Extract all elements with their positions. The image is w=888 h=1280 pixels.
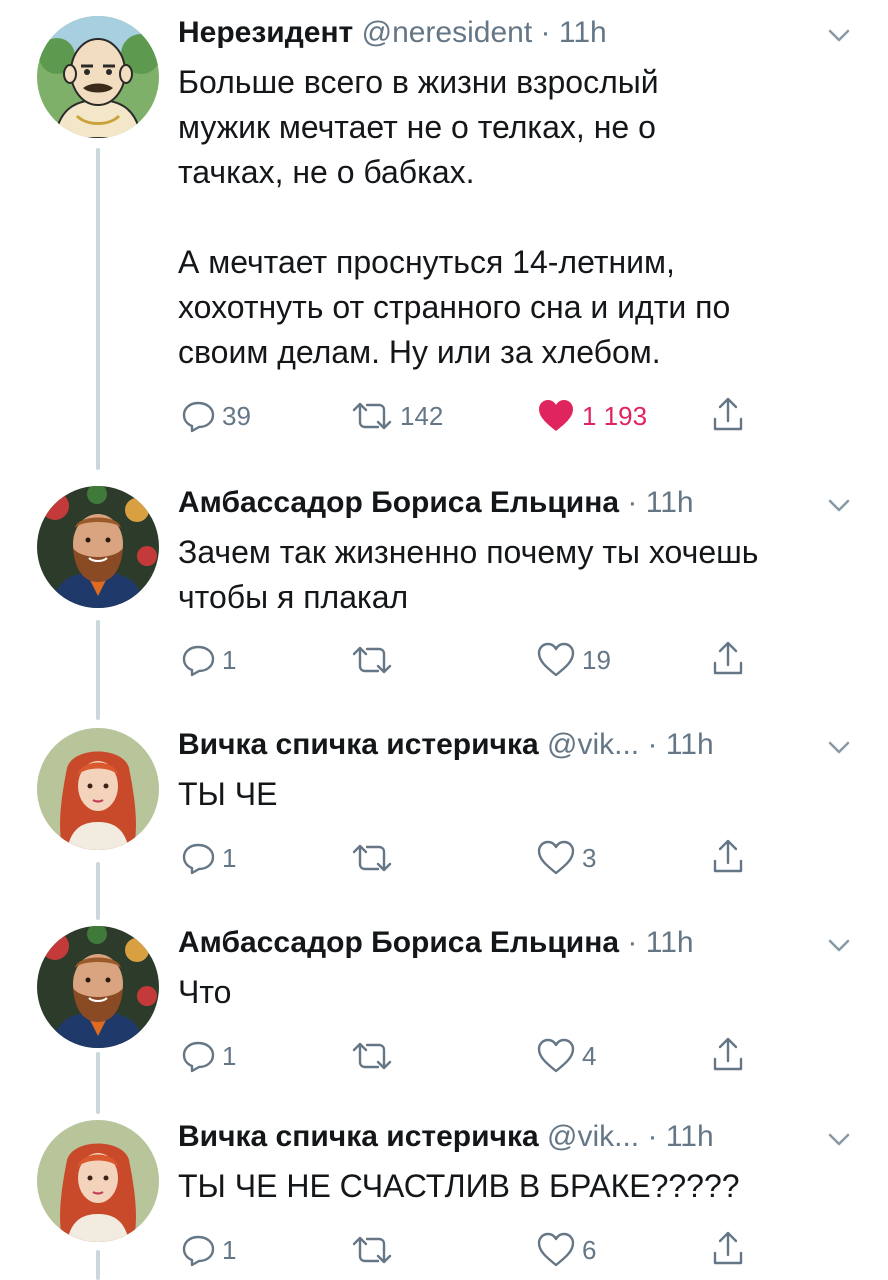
- chevron-down-icon[interactable]: [826, 22, 852, 48]
- heart-icon: [537, 1232, 575, 1267]
- reply-count: 1: [222, 1234, 237, 1265]
- like-button[interactable]: 4: [536, 1036, 596, 1076]
- author-name[interactable]: Вичка спичка истеричка: [178, 1120, 539, 1153]
- heart-icon: [539, 400, 573, 431]
- avatar[interactable]: [37, 728, 159, 850]
- reply-icon: [182, 843, 215, 875]
- avatar-redhead-drawing: [37, 1120, 159, 1242]
- avatar-redhead-drawing: [37, 728, 159, 850]
- chevron-down-icon[interactable]: [826, 734, 852, 760]
- retweet-icon: [352, 402, 392, 430]
- reply-icon: [182, 1041, 215, 1073]
- share-icon: [713, 641, 743, 675]
- separator: ·: [627, 486, 638, 519]
- like-count: 19: [582, 644, 611, 675]
- share-button[interactable]: [710, 836, 746, 876]
- tweet-header: Вичка спичка истеричка @vik... · 11h: [178, 1117, 848, 1157]
- timestamp[interactable]: 11h: [666, 728, 714, 761]
- heart-icon: [537, 840, 575, 875]
- share-button[interactable]: [710, 394, 746, 434]
- separator: ·: [647, 1120, 658, 1153]
- separator: ·: [627, 926, 638, 959]
- tweet-header: Амбассадор Бориса Ельцина · 11h: [178, 923, 848, 963]
- separator: ·: [540, 16, 551, 49]
- retweet-icon: [352, 1236, 392, 1264]
- avatar[interactable]: [37, 1120, 159, 1242]
- retweet-count: 142: [400, 400, 444, 431]
- tweet[interactable]: Амбассадор Бориса Ельцина · 11h Зачем та…: [0, 470, 888, 720]
- retweet-button[interactable]: [350, 640, 400, 680]
- reply-icon: [182, 401, 215, 433]
- share-button[interactable]: [710, 1228, 746, 1268]
- like-button[interactable]: 6: [536, 1230, 596, 1270]
- author-name[interactable]: Вичка спичка истеричка: [178, 728, 539, 761]
- timestamp[interactable]: 11h: [646, 926, 694, 959]
- tweet-header: Амбассадор Бориса Ельцина · 11h: [178, 483, 848, 523]
- timestamp[interactable]: 11h: [646, 486, 694, 519]
- reply-count: 1: [222, 1040, 237, 1071]
- tweet[interactable]: Вичка спичка истеричка @vik... · 11h ТЫ …: [0, 1104, 888, 1280]
- share-button[interactable]: [710, 1034, 746, 1074]
- author-handle[interactable]: @vik...: [547, 1120, 639, 1153]
- author-handle[interactable]: @vik...: [547, 728, 639, 761]
- reply-button[interactable]: 1: [180, 1230, 236, 1270]
- chevron-down-icon[interactable]: [826, 492, 852, 518]
- heart-icon: [537, 1038, 575, 1073]
- tweet-text: ТЫ ЧЕ НЕ СЧАСТЛИВ В БРАКЕ?????: [178, 1168, 740, 1204]
- author-name[interactable]: Амбассадор Бориса Ельцина: [178, 486, 619, 519]
- tweet[interactable]: Вичка спичка истеричка @vik... · 11h ТЫ …: [0, 712, 888, 912]
- tweet-text: Больше всего в жизни взрослый мужик мечт…: [178, 64, 731, 370]
- avatar-bearded-man-photo: [37, 486, 159, 608]
- timestamp[interactable]: 11h: [559, 16, 607, 49]
- like-button[interactable]: 19: [536, 640, 611, 680]
- like-count: 1 193: [582, 400, 648, 431]
- reply-button[interactable]: 39: [180, 396, 251, 436]
- tweet-text: Что: [178, 974, 232, 1010]
- tweet[interactable]: Амбассадор Бориса Ельцина · 11h Что 1 4: [0, 910, 888, 1110]
- reply-count: 1: [222, 842, 237, 873]
- retweet-button[interactable]: [350, 838, 400, 878]
- reply-button[interactable]: 1: [180, 838, 236, 878]
- avatar-bearded-man-photo: [37, 926, 159, 1048]
- reply-count: 39: [222, 400, 251, 431]
- like-count: 3: [582, 842, 597, 873]
- author-handle[interactable]: @neresident: [362, 16, 533, 49]
- chevron-down-icon[interactable]: [826, 1126, 852, 1152]
- tweet-header: Вичка спичка истеричка @vik... · 11h: [178, 725, 848, 765]
- share-button[interactable]: [710, 638, 746, 678]
- retweet-icon: [352, 844, 392, 872]
- retweet-button[interactable]: [350, 1230, 400, 1270]
- reply-icon: [182, 1235, 215, 1267]
- retweet-icon: [352, 646, 392, 674]
- heart-icon: [537, 642, 575, 677]
- author-name[interactable]: Нерезидент: [178, 16, 353, 49]
- avatar[interactable]: [37, 16, 159, 138]
- share-icon: [713, 839, 743, 873]
- tweet-header: Нерезидент @neresident · 11h: [178, 13, 848, 53]
- reply-icon: [182, 645, 215, 677]
- retweet-button[interactable]: 142: [350, 396, 443, 436]
- retweet-icon: [352, 1042, 392, 1070]
- like-button[interactable]: 3: [536, 838, 596, 878]
- share-icon: [713, 1037, 743, 1071]
- avatar-cartoon-man-image: [37, 16, 159, 138]
- separator: ·: [647, 728, 658, 761]
- tweet-text: ТЫ ЧЕ: [178, 776, 278, 812]
- share-icon: [713, 397, 743, 431]
- like-count: 4: [582, 1040, 597, 1071]
- avatar[interactable]: [37, 486, 159, 608]
- retweet-button[interactable]: [350, 1036, 400, 1076]
- like-button[interactable]: 1 193: [536, 396, 647, 436]
- like-count: 6: [582, 1234, 597, 1265]
- reply-count: 1: [222, 644, 237, 675]
- tweet-text: Зачем так жизненно почему ты хочешь чтоб…: [178, 534, 759, 615]
- reply-button[interactable]: 1: [180, 640, 236, 680]
- avatar[interactable]: [37, 926, 159, 1048]
- chevron-down-icon[interactable]: [826, 932, 852, 958]
- reply-button[interactable]: 1: [180, 1036, 236, 1076]
- share-icon: [713, 1231, 743, 1265]
- author-name[interactable]: Амбассадор Бориса Ельцина: [178, 926, 619, 959]
- tweet[interactable]: Нерезидент @neresident · 11h Больше всег…: [0, 0, 888, 470]
- timestamp[interactable]: 11h: [666, 1120, 714, 1153]
